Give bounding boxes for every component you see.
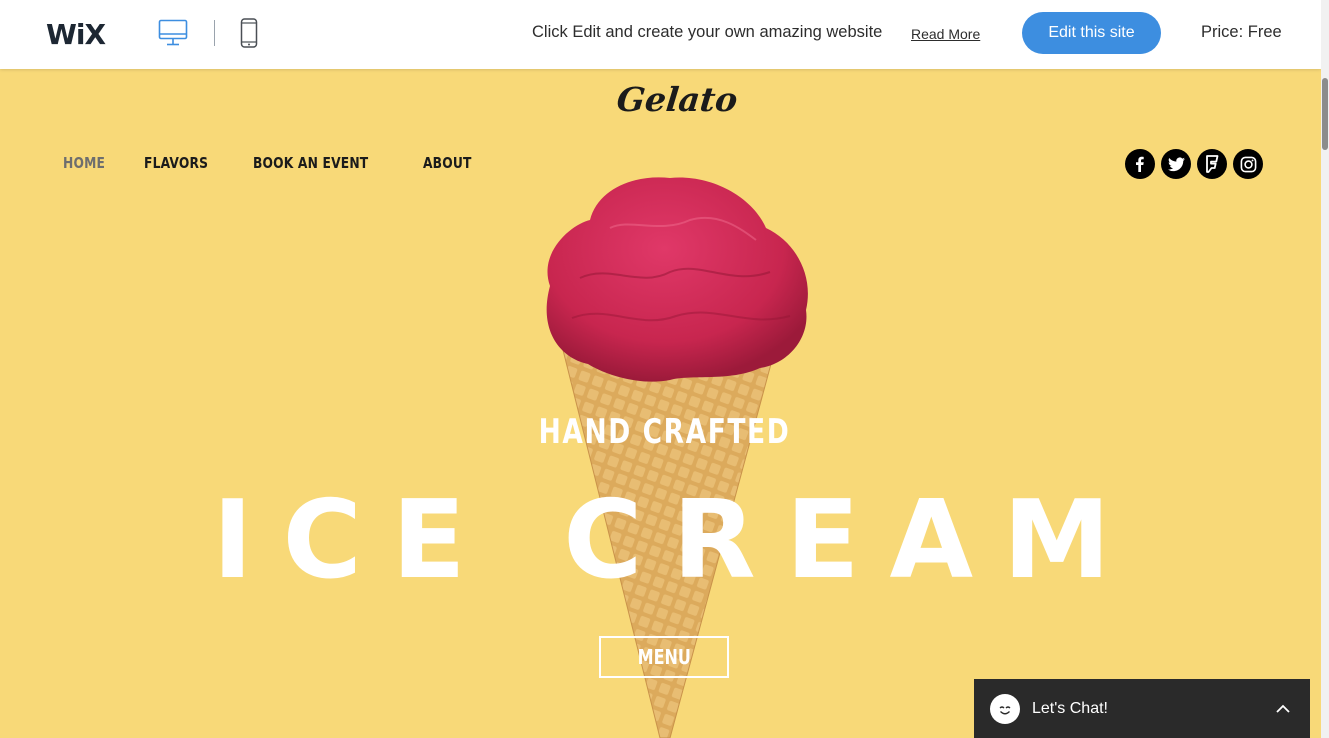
device-separator xyxy=(214,20,215,46)
promo-text: Click Edit and create your own amazing w… xyxy=(532,23,883,41)
twitter-icon[interactable] xyxy=(1161,149,1191,179)
nav-item-flavors[interactable]: FLAVORS xyxy=(144,154,208,172)
social-bar xyxy=(1125,149,1263,179)
main-nav: HOME FLAVORS BOOK AN EVENT ABOUT xyxy=(63,154,482,172)
page-scrollbar[interactable] xyxy=(1321,0,1329,738)
chat-widget[interactable]: Let's Chat! xyxy=(974,679,1310,738)
facebook-icon[interactable] xyxy=(1125,149,1155,179)
price-label: Price: Free xyxy=(1201,23,1282,41)
wix-top-bar: WiX Click Edit and create your own amazi… xyxy=(0,0,1321,69)
scrollbar-thumb[interactable] xyxy=(1322,78,1328,150)
foursquare-icon[interactable] xyxy=(1197,149,1227,179)
chat-smiley-icon xyxy=(990,693,1020,724)
desktop-icon[interactable] xyxy=(158,19,188,47)
site-logo[interactable]: Gelato xyxy=(615,80,739,119)
menu-button[interactable]: MENU xyxy=(599,636,729,678)
wix-logo[interactable]: WiX xyxy=(46,18,106,51)
nav-item-about[interactable]: ABOUT xyxy=(423,154,472,172)
nav-item-book-an-event[interactable]: BOOK AN EVENT xyxy=(253,154,368,172)
chat-label: Let's Chat! xyxy=(1032,699,1108,717)
hero-kicker: HAND CRAFTED xyxy=(538,412,791,452)
chevron-up-icon[interactable] xyxy=(1274,700,1292,718)
menu-button-label: MENU xyxy=(637,645,691,669)
nav-item-home[interactable]: HOME xyxy=(63,154,105,172)
read-more-link[interactable]: Read More xyxy=(911,26,980,42)
hero-headline: ICE CREAM xyxy=(212,478,1141,603)
instagram-icon[interactable] xyxy=(1233,149,1263,179)
edit-site-button[interactable]: Edit this site xyxy=(1022,12,1161,54)
mobile-icon[interactable] xyxy=(240,18,258,48)
